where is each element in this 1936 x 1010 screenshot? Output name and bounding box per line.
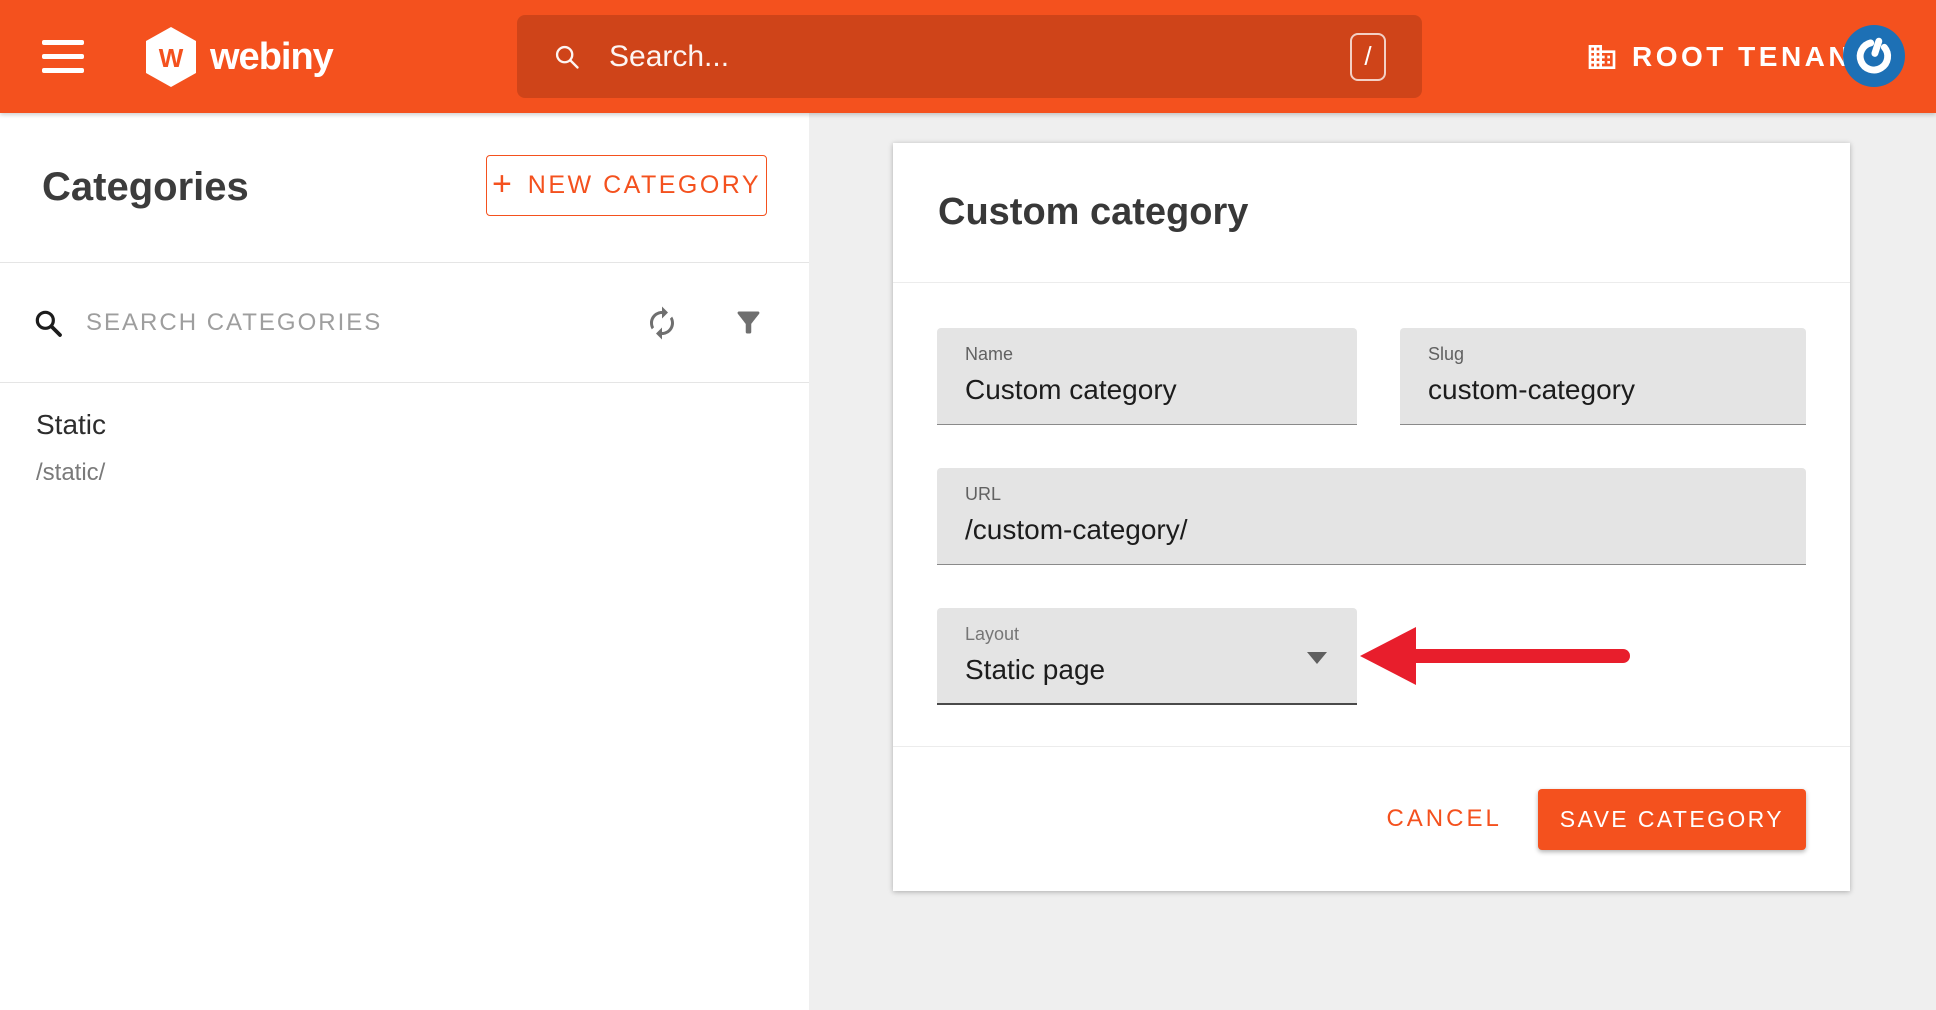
- chevron-down-icon: [1307, 652, 1327, 664]
- cancel-button[interactable]: CANCEL: [1380, 795, 1507, 843]
- name-field[interactable]: Name: [937, 328, 1357, 425]
- category-search-input[interactable]: [86, 309, 644, 337]
- layout-selected-value: Static page: [965, 654, 1105, 685]
- layout-select-label: Layout: [965, 624, 1329, 645]
- save-category-button[interactable]: SAVE CATEGORY: [1538, 789, 1806, 850]
- layout-select[interactable]: Layout Static page: [937, 608, 1357, 705]
- global-search[interactable]: /: [517, 15, 1422, 98]
- global-search-input[interactable]: [609, 40, 1350, 74]
- user-avatar[interactable]: [1843, 25, 1905, 87]
- url-field-input[interactable]: [965, 514, 1778, 546]
- tenant-label: ROOT TENANT: [1632, 41, 1873, 73]
- categories-panel: Categories + NEW CATEGORY: [0, 113, 809, 1010]
- search-icon: [553, 43, 581, 71]
- category-list-item[interactable]: Static /static/: [0, 383, 809, 487]
- slug-field[interactable]: Slug: [1400, 328, 1806, 425]
- content-area: Custom category Name Slug URL: [809, 113, 1936, 1010]
- brand-wordmark: webiny: [210, 36, 333, 79]
- dialog-form: Name Slug URL Layout: [893, 283, 1850, 705]
- menu-icon[interactable]: [42, 40, 84, 73]
- category-url: /static/: [36, 459, 809, 487]
- url-field-label: URL: [965, 484, 1778, 505]
- tenant-selector[interactable]: ROOT TENANT: [1586, 0, 1873, 113]
- name-field-input[interactable]: [965, 374, 1329, 406]
- slug-field-label: Slug: [1428, 344, 1778, 365]
- webiny-hexagon-icon: W: [146, 27, 196, 87]
- name-field-label: Name: [965, 344, 1329, 365]
- building-icon: [1586, 41, 1618, 73]
- keyboard-shortcut-hint: /: [1350, 33, 1386, 81]
- refresh-icon: [644, 305, 680, 341]
- new-category-button[interactable]: + NEW CATEGORY: [486, 155, 767, 216]
- custom-category-dialog: Custom category Name Slug URL: [893, 143, 1850, 891]
- svg-text:W: W: [159, 43, 184, 73]
- category-name: Static: [36, 409, 809, 441]
- dialog-actions: CANCEL SAVE CATEGORY: [893, 746, 1850, 891]
- dialog-header: Custom category: [893, 143, 1850, 283]
- filter-icon: [732, 306, 765, 339]
- plus-icon: +: [492, 167, 512, 201]
- categories-header: Categories + NEW CATEGORY: [0, 113, 809, 263]
- app: W webiny / ROOT TENANT: [0, 0, 1936, 1010]
- webiny-logo[interactable]: W webiny: [146, 26, 333, 88]
- filter-button[interactable]: [732, 306, 765, 339]
- refresh-button[interactable]: [644, 305, 680, 341]
- annotation-arrow-icon: [1352, 622, 1642, 690]
- search-icon: [32, 307, 64, 339]
- url-field[interactable]: URL: [937, 468, 1806, 565]
- category-search-bar: [0, 263, 809, 383]
- dialog-title: Custom category: [938, 191, 1248, 234]
- slug-field-input[interactable]: [1428, 374, 1778, 406]
- top-app-bar: W webiny / ROOT TENANT: [0, 0, 1936, 113]
- page-title: Categories: [42, 165, 249, 210]
- power-icon: [1852, 34, 1896, 78]
